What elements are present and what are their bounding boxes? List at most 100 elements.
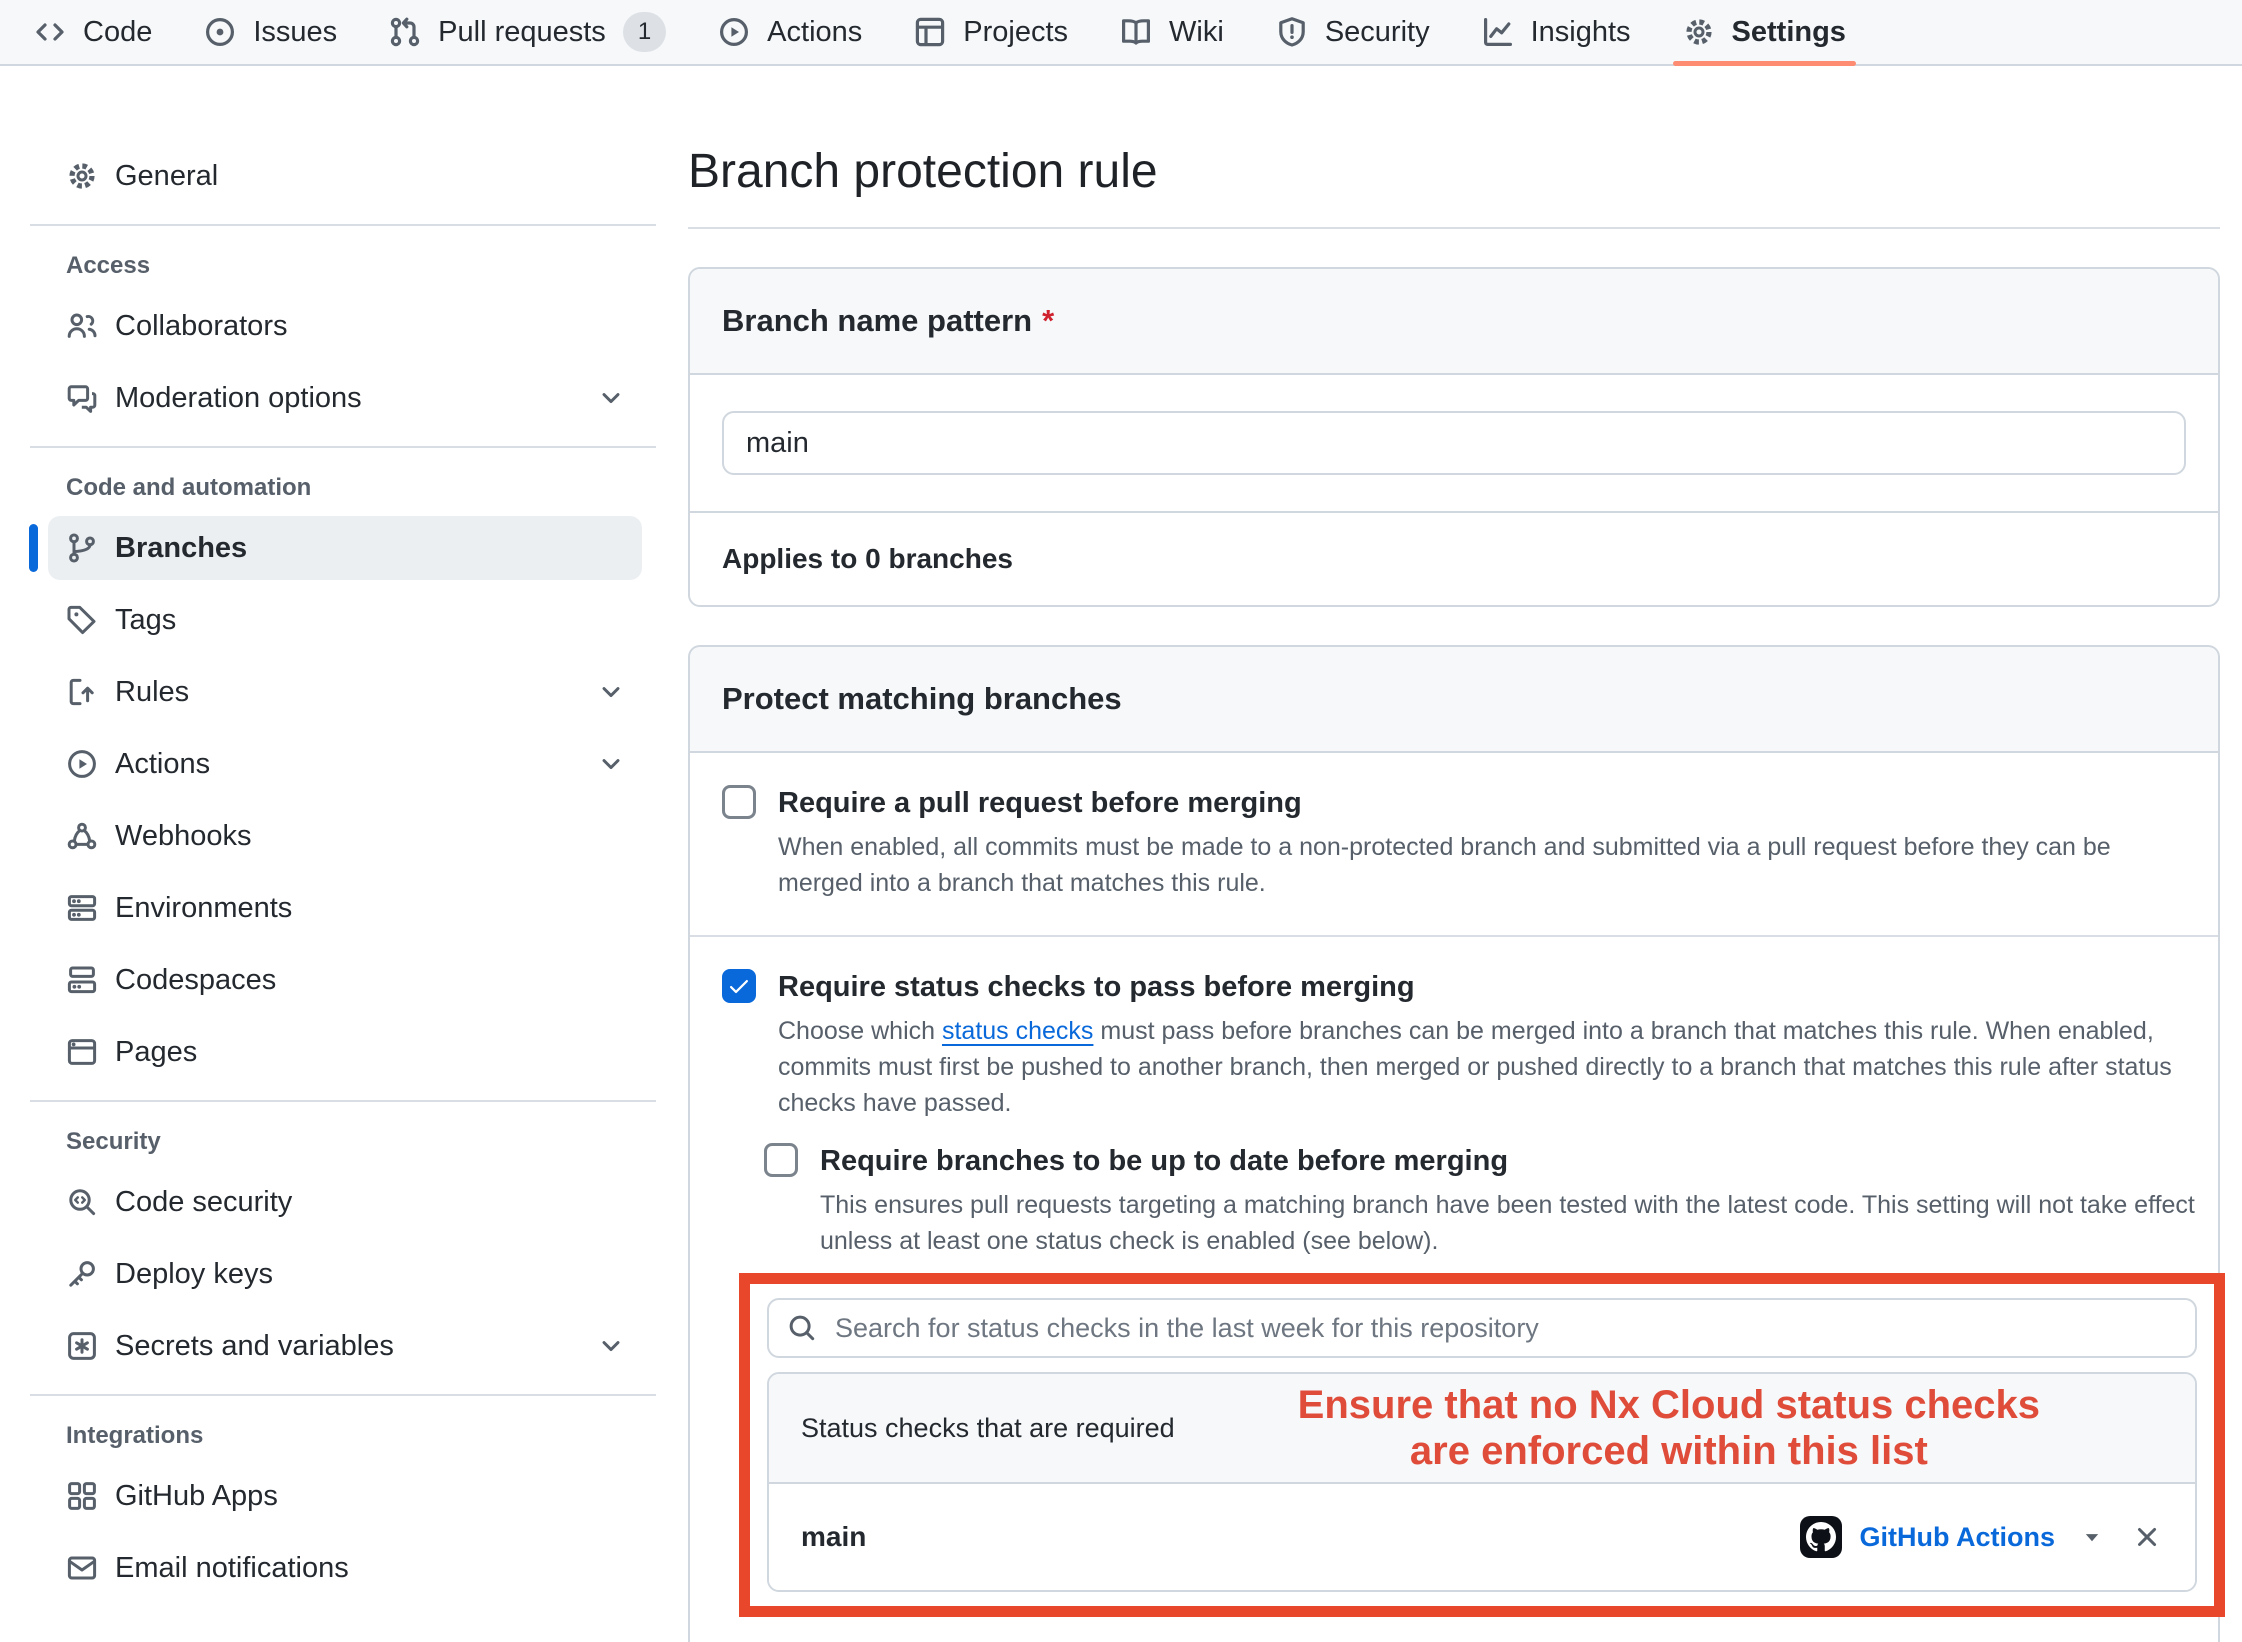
gear-icon: [1683, 16, 1715, 48]
annotation-line: Ensure that no Nx Cloud status checks: [1175, 1382, 2163, 1428]
sidebar-item-label: General: [115, 160, 218, 193]
sidebar-item-deploy-keys[interactable]: Deploy keys: [48, 1242, 642, 1306]
sidebar-item-secrets-variables[interactable]: Secrets and variables: [48, 1314, 642, 1378]
key-asterisk-icon: [66, 1330, 98, 1362]
sidebar-item-label: Secrets and variables: [115, 1330, 394, 1363]
pull-requests-count-badge: 1: [623, 12, 666, 52]
search-icon: [787, 1313, 817, 1348]
remove-status-check-icon[interactable]: [2131, 1521, 2163, 1553]
comment-discussion-icon: [66, 382, 98, 414]
sidebar-section-integrations: Integrations: [66, 1422, 656, 1450]
table-icon: [914, 16, 946, 48]
sidebar-section-access: Access: [66, 252, 656, 280]
book-icon: [1120, 16, 1152, 48]
issue-opened-icon: [204, 16, 236, 48]
description-text: Choose which: [778, 1017, 942, 1045]
server-icon: [66, 892, 98, 924]
tab-label: Issues: [253, 16, 337, 49]
sidebar-item-github-apps[interactable]: GitHub Apps: [48, 1464, 642, 1528]
tab-label: Actions: [767, 16, 862, 49]
sidebar-item-label: Tags: [115, 604, 176, 637]
require-up-to-date-checkbox[interactable]: [764, 1143, 798, 1177]
divider: [30, 1100, 656, 1102]
require-pr-label[interactable]: Require a pull request before merging: [778, 783, 1302, 823]
tab-projects[interactable]: Projects: [888, 0, 1094, 64]
tab-insights[interactable]: Insights: [1456, 0, 1657, 64]
shield-icon: [1276, 16, 1308, 48]
sidebar-item-pages[interactable]: Pages: [48, 1020, 642, 1084]
tab-label: Code: [83, 16, 152, 49]
protect-matching-branches-header: Protect matching branches: [690, 647, 2218, 753]
graph-icon: [1482, 16, 1514, 48]
sidebar-item-codespaces[interactable]: Codespaces: [48, 948, 642, 1012]
status-check-search-input[interactable]: [767, 1298, 2197, 1358]
sidebar-item-collaborators[interactable]: Collaborators: [48, 294, 642, 358]
annotation-line: are enforced within this list: [1175, 1428, 2163, 1474]
divider: [30, 224, 656, 226]
tab-settings[interactable]: Settings: [1657, 0, 1872, 64]
tab-pull-requests[interactable]: Pull requests 1: [363, 0, 692, 64]
github-actions-link[interactable]: GitHub Actions: [1860, 1522, 2056, 1553]
required-status-checks-box: Status checks that are required Ensure t…: [767, 1372, 2197, 1592]
status-checks-options: Require branches to be up to date before…: [764, 1141, 2202, 1617]
tab-issues[interactable]: Issues: [178, 0, 363, 64]
tab-code[interactable]: Code: [8, 0, 178, 64]
sidebar-item-general[interactable]: General: [48, 144, 642, 208]
dropdown-caret-icon[interactable]: [2079, 1524, 2105, 1550]
protect-matching-branches-card: Protect matching branches Require a pull…: [688, 645, 2220, 1642]
sidebar-item-label: Code security: [115, 1186, 292, 1219]
sidebar-item-environments[interactable]: Environments: [48, 876, 642, 940]
require-status-checks-checkbox[interactable]: [722, 969, 756, 1003]
tab-label: Projects: [963, 16, 1068, 49]
github-actions-avatar: [1800, 1516, 1842, 1558]
sidebar-item-email-notifications[interactable]: Email notifications: [48, 1536, 642, 1600]
branch-name-pattern-label: Branch name pattern: [722, 303, 1032, 338]
status-checks-link[interactable]: status checks: [942, 1017, 1093, 1045]
divider: [30, 446, 656, 448]
tab-security[interactable]: Security: [1250, 0, 1456, 64]
chevron-down-icon: [598, 679, 624, 705]
code-icon: [34, 16, 66, 48]
tab-actions[interactable]: Actions: [692, 0, 888, 64]
sidebar-item-code-security[interactable]: Code security: [48, 1170, 642, 1234]
applies-to-branches-text: Applies to 0 branches: [690, 511, 2218, 605]
play-icon: [718, 16, 750, 48]
tab-label: Security: [1325, 16, 1430, 49]
require-up-to-date-label[interactable]: Require branches to be up to date before…: [820, 1141, 1508, 1181]
chevron-down-icon: [598, 751, 624, 777]
webhook-icon: [66, 820, 98, 852]
tab-wiki[interactable]: Wiki: [1094, 0, 1250, 64]
sidebar-item-label: Email notifications: [115, 1552, 349, 1585]
key-icon: [66, 1258, 98, 1290]
apps-icon: [66, 1480, 98, 1512]
git-pull-request-icon: [389, 16, 421, 48]
tag-icon: [66, 604, 98, 636]
browser-icon: [66, 1036, 98, 1068]
sidebar-item-label: Collaborators: [115, 310, 287, 343]
require-pr-setting: Require a pull request before merging Wh…: [690, 753, 2218, 937]
repo-tab-bar: Code Issues Pull requests 1 Actions Proj…: [0, 0, 2242, 66]
rules-icon: [66, 676, 98, 708]
require-status-checks-label[interactable]: Require status checks to pass before mer…: [778, 967, 1415, 1007]
sidebar-item-branches[interactable]: Branches: [48, 516, 642, 580]
require-status-checks-description: Choose which status checks must pass bef…: [778, 1013, 2202, 1121]
sidebar-item-tags[interactable]: Tags: [48, 588, 642, 652]
code-scan-icon: [66, 1186, 98, 1218]
sidebar-item-label: Pages: [115, 1036, 197, 1069]
sidebar-item-webhooks[interactable]: Webhooks: [48, 804, 642, 868]
require-pr-checkbox[interactable]: [722, 785, 756, 819]
divider: [30, 1394, 656, 1396]
branch-name-pattern-input[interactable]: [722, 411, 2186, 475]
branch-name-pattern-card: Branch name pattern * Applies to 0 branch…: [688, 267, 2220, 607]
sidebar-item-actions[interactable]: Actions: [48, 732, 642, 796]
required-status-checks-header: Status checks that are required Ensure t…: [769, 1374, 2195, 1484]
sidebar-item-moderation-options[interactable]: Moderation options: [48, 366, 642, 430]
tab-label: Settings: [1732, 16, 1846, 49]
divider: [688, 227, 2220, 229]
main-content: Branch protection rule Branch name patte…: [656, 66, 2242, 1642]
sidebar-item-rules[interactable]: Rules: [48, 660, 642, 724]
require-up-to-date-description: This ensures pull requests targeting a m…: [820, 1187, 2202, 1259]
codespaces-icon: [66, 964, 98, 996]
required-asterisk: *: [1042, 303, 1054, 338]
sidebar-item-label: Moderation options: [115, 382, 362, 415]
